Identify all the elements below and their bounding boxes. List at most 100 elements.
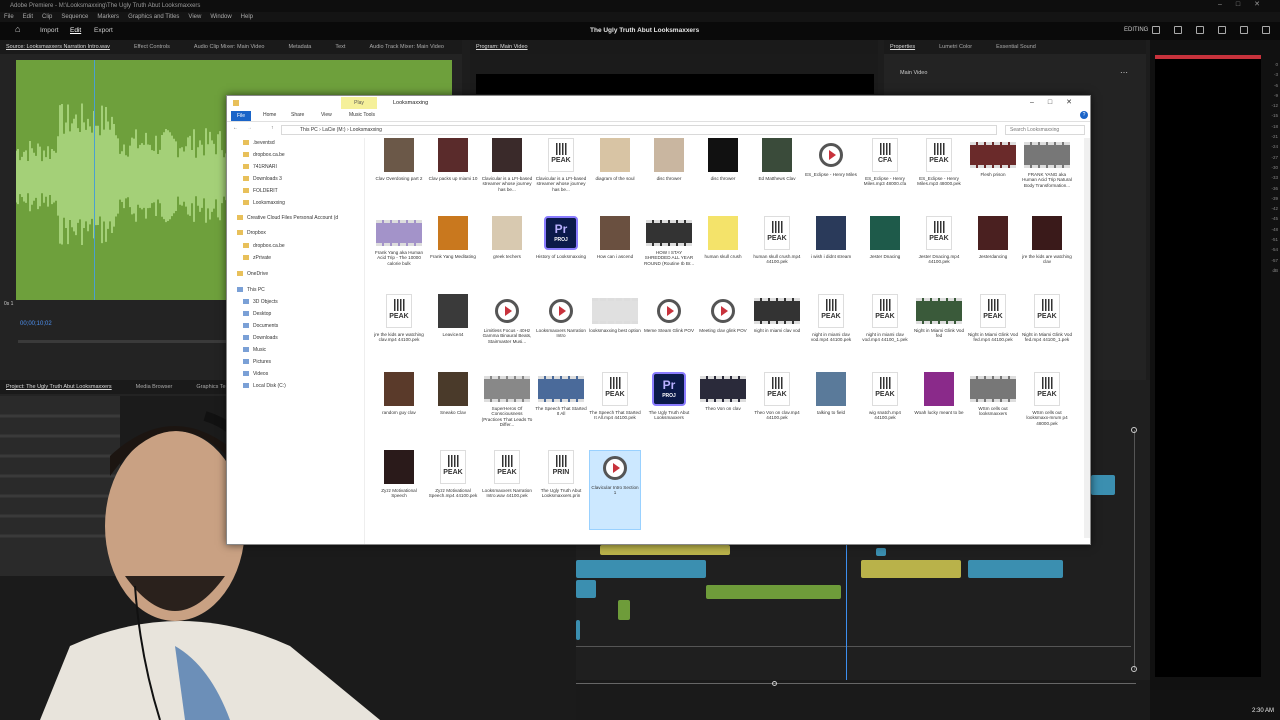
workspace-import[interactable]: Import xyxy=(40,27,58,34)
timeline-clip[interactable] xyxy=(576,580,596,598)
file-tile[interactable]: FRANK YANG aka Human Acid Trip Natural B… xyxy=(1021,138,1073,218)
nav-item[interactable]: 3D Objects xyxy=(243,299,278,305)
tab-source-3[interactable]: Metadata xyxy=(288,44,311,50)
file-tile[interactable]: i wish i didnt stream xyxy=(805,216,857,296)
file-tile[interactable]: PEAK night in miami clav vod.mp4 44100.pe… xyxy=(805,294,857,374)
timeline-clip[interactable] xyxy=(576,560,706,578)
zoom-bar[interactable] xyxy=(576,683,1136,684)
play-tab[interactable]: Play xyxy=(341,97,377,109)
file-tile[interactable]: PEAK Jester Dnacing.mp4 44100.pek xyxy=(913,216,965,296)
scroll-handle[interactable] xyxy=(1131,427,1137,433)
file-tile[interactable]: Clavicular Intro Section 1 xyxy=(589,450,641,530)
file-tile[interactable]: PEAK Night in Miami Glink Vod fed.mp4 441… xyxy=(1021,294,1073,374)
layout-icon[interactable] xyxy=(1152,26,1160,34)
nav-item[interactable]: Dropbox xyxy=(237,230,266,236)
tab-project-1[interactable]: Media Browser xyxy=(136,384,173,390)
file-tile[interactable]: PRIN The Ugly Truth Abut Looksmaxxers.pri… xyxy=(535,450,587,530)
file-tile[interactable]: SuperHeros Of Consciousness (Practices T… xyxy=(481,372,533,452)
file-tile[interactable]: WSm cells out looksmaxxers xyxy=(967,372,1019,452)
timeline-clip[interactable] xyxy=(618,600,630,620)
file-tile[interactable]: Sneako Clav xyxy=(427,372,479,452)
file-tile[interactable]: human skull crush xyxy=(697,216,749,296)
search-icon[interactable] xyxy=(1218,26,1226,34)
home-icon[interactable]: ⌂ xyxy=(15,24,20,34)
tab-source-0[interactable]: Source: Looksmaxxers Narration Intro.wav xyxy=(6,44,110,50)
file-tile[interactable]: Jesterdancing xyxy=(967,216,1019,296)
file-tile[interactable]: PEAK Night in Miami Glink Vod fed.mp4 441… xyxy=(967,294,1019,374)
file-tile[interactable]: PEAK human skull crush.mp4 44100.pek xyxy=(751,216,803,296)
grid-scrollbar[interactable] xyxy=(1084,138,1090,538)
file-tile[interactable]: Clav packs up miami 10 xyxy=(427,138,479,218)
file-tile[interactable]: PEAK night in miami clav vod.mp4 44100_1.… xyxy=(859,294,911,374)
editing-label[interactable]: EDITING xyxy=(1124,27,1148,33)
workspace-edit[interactable]: Edit xyxy=(70,27,81,34)
timeline-clip[interactable] xyxy=(968,560,1063,578)
nav-item[interactable]: Music xyxy=(243,347,266,353)
file-tile[interactable]: The Speech That Started It All xyxy=(535,372,587,452)
file-tile[interactable]: Frank Yang aka Human Acid Trip - The 100… xyxy=(373,216,425,296)
timeline-clip[interactable] xyxy=(876,548,886,556)
file-tile[interactable]: looksmaxxing best option xyxy=(589,294,641,374)
file-tile[interactable]: PEAK Theo Von on clav.mp4 44100.pek xyxy=(751,372,803,452)
file-tile[interactable]: PEAK jre the kids are watching clav.mp4 4… xyxy=(373,294,425,374)
tab-essential-sound[interactable]: Essential Sound xyxy=(996,44,1036,50)
file-tile[interactable]: Ed Matthews Clav xyxy=(751,138,803,218)
tab-source-5[interactable]: Audio Track Mixer: Main Video xyxy=(369,44,444,50)
volume-icon[interactable] xyxy=(1240,26,1248,34)
file-tile[interactable]: PEAK WSm cells out looksmaxx-mrum p4 4800… xyxy=(1021,372,1073,452)
tab-properties[interactable]: Properties xyxy=(890,44,915,50)
tab-lumetri-color[interactable]: Lumetri Color xyxy=(939,44,972,50)
file-tile[interactable]: Pr PROJ The Ugly Truth Abut Looksmaxxers xyxy=(643,372,695,452)
file-tile[interactable]: PEAK Clavicular is a LFI-based streamer w… xyxy=(535,138,587,218)
menu-icon[interactable] xyxy=(1196,26,1204,34)
nav-item[interactable]: Desktop xyxy=(243,311,271,317)
ribbon-tab-view[interactable]: View xyxy=(321,112,332,118)
help-icon[interactable]: ? xyxy=(1080,111,1088,119)
menu-window[interactable]: Window xyxy=(210,14,231,20)
nav-item[interactable]: dropbox.ca.be xyxy=(243,243,285,249)
menu-clip[interactable]: Clip xyxy=(42,14,52,20)
file-tile[interactable]: greek techers xyxy=(481,216,533,296)
file-tile[interactable]: jre the kids are watching clav xyxy=(1021,216,1073,296)
file-tile[interactable]: Clavicular is a LFI-based streamer whose… xyxy=(481,138,533,218)
tab-program[interactable]: Program: Main Video xyxy=(476,44,528,50)
file-tile[interactable]: Pr PROJ History of Looksmaxxing xyxy=(535,216,587,296)
file-tile[interactable]: Woah lucky meant to be xyxy=(913,372,965,452)
nav-item[interactable]: OneDrive xyxy=(237,271,268,277)
ribbon-tab-file[interactable]: File xyxy=(231,111,251,121)
file-tile[interactable]: Clav Overdosing part 2 xyxy=(373,138,425,218)
file-tile[interactable]: Night in Miami Glink Vod fed xyxy=(913,294,965,374)
nav-item[interactable]: Downloads 3 xyxy=(243,176,282,182)
file-tile[interactable]: Limitless Focus - 40Hz Gamma Binaural Be… xyxy=(481,294,533,374)
source-timecode[interactable]: 00;00;10;02 xyxy=(20,321,52,327)
menu-sequence[interactable]: Sequence xyxy=(61,14,88,20)
file-tile[interactable]: Looksmaxxers Narration Intro xyxy=(535,294,587,374)
file-explorer-window[interactable]: Play Looksmaxxing –□✕ File Home Share Vi… xyxy=(226,95,1091,545)
nav-item[interactable]: Documents xyxy=(243,323,278,329)
timeline-clip[interactable] xyxy=(861,560,961,578)
nav-item[interactable]: Pictures xyxy=(243,359,271,365)
nav-item[interactable]: Creative Cloud Files Personal Account (d xyxy=(237,215,338,221)
search-input[interactable]: Search Looksmaxxing xyxy=(1005,125,1085,135)
nav-item[interactable]: This PC xyxy=(237,287,265,293)
timeline-playhead[interactable] xyxy=(846,540,847,680)
source-playhead[interactable] xyxy=(94,60,95,300)
timeline-scrollbar[interactable] xyxy=(1134,430,1135,670)
share-icon[interactable] xyxy=(1174,26,1182,34)
file-tile[interactable]: Meeting clav glink POV xyxy=(697,294,749,374)
properties-item[interactable]: Main Video xyxy=(900,70,927,76)
file-tile[interactable]: night in miami clav vod xyxy=(751,294,803,374)
back-icon[interactable]: ← xyxy=(233,125,238,131)
address-input[interactable]: This PC › LaCie (M:) › Looksmaxxing xyxy=(281,125,997,135)
file-tile[interactable]: PEAK The Speech That Started It All.mp4 4… xyxy=(589,372,641,452)
file-tile[interactable]: PEAK Zyzz Motivational Speech.mp4 44100.p… xyxy=(427,450,479,530)
timeline-clip[interactable] xyxy=(576,620,580,640)
timeline-clip[interactable] xyxy=(600,545,730,555)
file-tile[interactable]: Flesh prison xyxy=(967,138,1019,218)
ribbon-tab-home[interactable]: Home xyxy=(263,112,276,118)
nav-item[interactable]: Local Disk (C:) xyxy=(243,383,286,389)
file-tile[interactable]: Jester Dnacing xyxy=(859,216,911,296)
nav-item[interactable]: Downloads xyxy=(243,335,278,341)
fullscreen-icon[interactable] xyxy=(1262,26,1270,34)
menu-markers[interactable]: Markers xyxy=(97,14,119,20)
